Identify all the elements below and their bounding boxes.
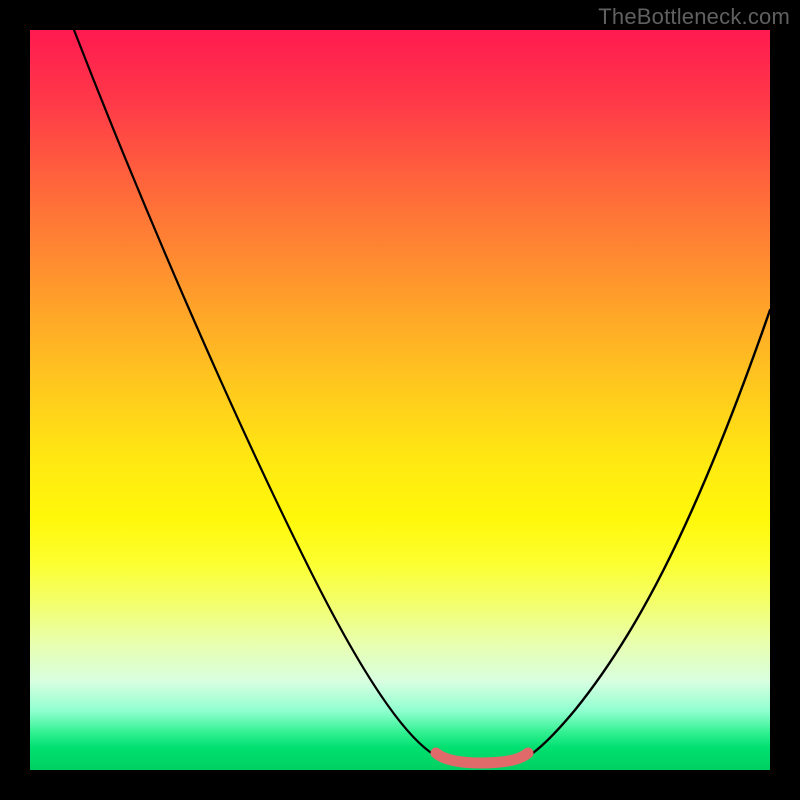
plot-area [30, 30, 770, 770]
watermark-text: TheBottleneck.com [598, 4, 790, 30]
flat-bottom-marker [436, 753, 528, 763]
chart-frame: TheBottleneck.com [0, 0, 800, 800]
right-curve [518, 310, 770, 761]
curve-layer [30, 30, 770, 770]
left-curve [74, 30, 448, 761]
